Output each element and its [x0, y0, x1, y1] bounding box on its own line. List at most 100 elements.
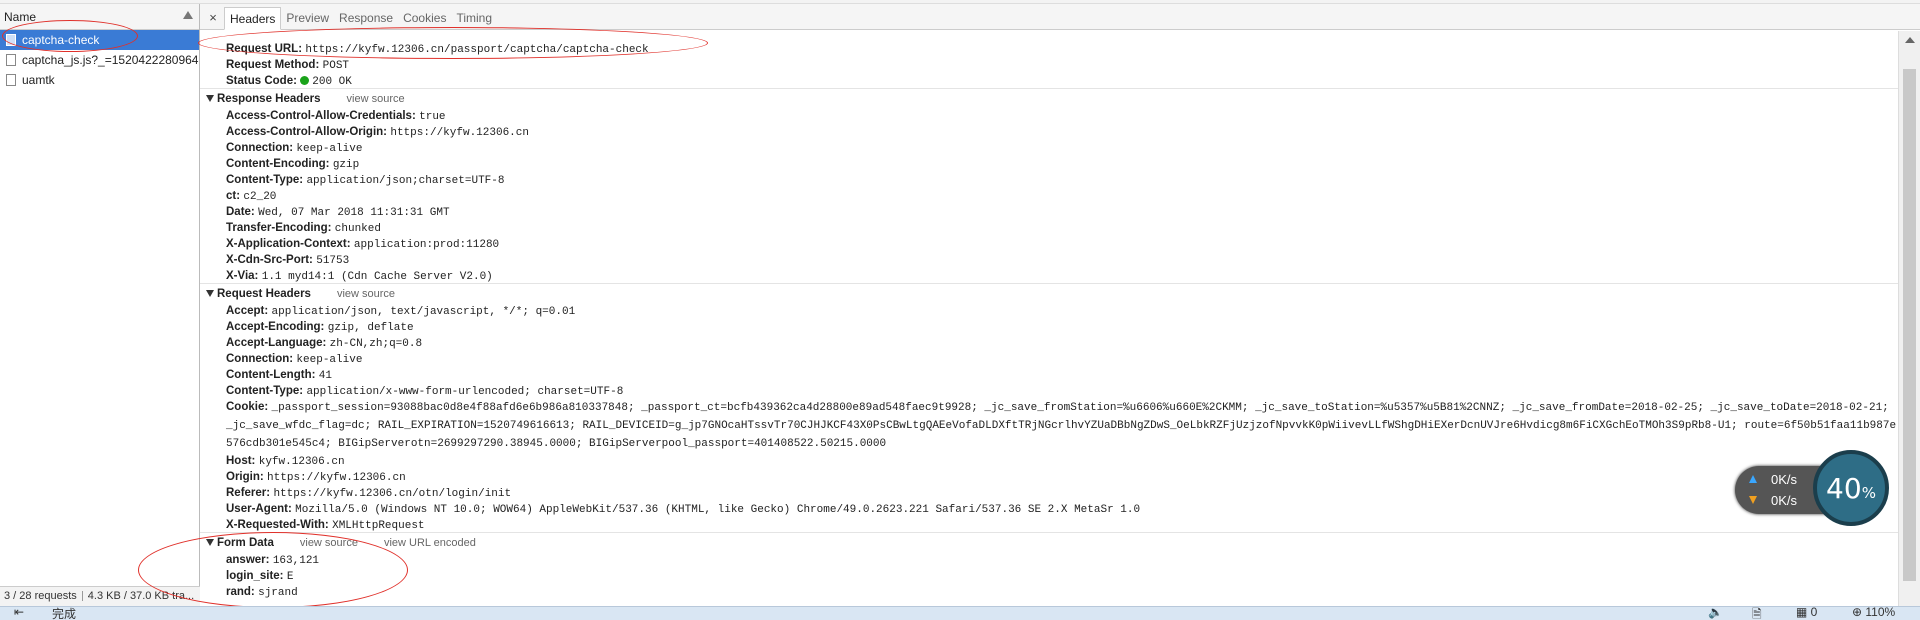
- response-header-key: X-Via:: [226, 270, 259, 282]
- request-url-row: Request URL: https://kyfw.12306.cn/passp…: [200, 40, 1898, 56]
- response-header-value: true: [419, 111, 446, 123]
- response-header-row: X-Via: 1.1 myd14:1 (Cdn Cache Server V2.…: [200, 267, 1898, 283]
- counter-value: 0: [1810, 606, 1818, 619]
- request-header-key: Host:: [226, 455, 256, 467]
- form-field-value: 163,121: [272, 555, 320, 567]
- form-field-key: answer:: [226, 554, 270, 566]
- request-header-value: XMLHttpRequest: [332, 520, 425, 532]
- request-row[interactable]: captcha_js.js?_=1520422280964: [0, 50, 199, 70]
- request-method-key: Request Method:: [226, 59, 320, 71]
- download-arrow-icon: [1749, 496, 1757, 504]
- request-header-value: gzip, deflate: [327, 322, 414, 334]
- response-header-key: X-Cdn-Src-Port:: [226, 254, 313, 266]
- request-header-row: Accept: application/json, text/javascrip…: [200, 302, 1898, 318]
- tab-response[interactable]: Response: [334, 6, 398, 29]
- file-icon: [6, 74, 16, 86]
- status-text: 完成: [52, 607, 77, 620]
- response-header-value: Wed, 07 Mar 2018 11:31:31 GMT: [258, 207, 450, 219]
- request-header-row: Content-Type: application/x-www-form-url…: [200, 382, 1898, 398]
- request-header-row: Referer: https://kyfw.12306.cn/otn/login…: [200, 484, 1898, 500]
- request-method-value: POST: [322, 60, 350, 72]
- request-row[interactable]: uamtk: [0, 70, 199, 90]
- response-header-key: Date:: [226, 206, 255, 218]
- briefcase-icon[interactable]: 🗎: [1752, 607, 1762, 620]
- tab-cookies[interactable]: Cookies: [398, 6, 451, 29]
- request-header-value: keep-alive: [296, 354, 363, 366]
- sidebar-toggle-icon[interactable]: ⇤: [14, 607, 24, 619]
- tab-timing[interactable]: Timing: [451, 6, 497, 29]
- zoom-control[interactable]: ⊕ 110%: [1852, 607, 1895, 619]
- response-header-key: Transfer-Encoding:: [226, 222, 332, 234]
- request-header-row: Origin: https://kyfw.12306.cn: [200, 468, 1898, 484]
- request-header-value: _passport_session=93088bac0d8e4f88afd6e6…: [226, 402, 1897, 450]
- response-header-row: Access-Control-Allow-Origin: https://kyf…: [200, 123, 1898, 139]
- request-header-key: Content-Length:: [226, 369, 316, 381]
- request-header-key: Origin:: [226, 471, 264, 483]
- response-header-value: application:prod:11280: [353, 239, 500, 251]
- speaker-icon[interactable]: 🔈: [1708, 607, 1723, 619]
- response-header-key: Access-Control-Allow-Credentials:: [226, 110, 416, 122]
- close-icon[interactable]: ×: [204, 5, 222, 29]
- request-row[interactable]: captcha-check: [0, 30, 199, 50]
- status-code-value: 200 OK: [312, 76, 352, 88]
- response-view-source-link[interactable]: view source: [347, 93, 405, 105]
- request-header-key: Connection:: [226, 353, 294, 365]
- request-header-row: X-Requested-With: XMLHttpRequest: [200, 516, 1898, 532]
- expand-triangle-icon: [206, 539, 214, 547]
- response-header-key: Access-Control-Allow-Origin:: [226, 126, 388, 138]
- request-header-key: X-Requested-With:: [226, 519, 329, 531]
- general-section: Request URL: https://kyfw.12306.cn/passp…: [200, 31, 1898, 88]
- request-headers-toggle[interactable]: Request Headers view source: [200, 285, 1898, 302]
- response-header-value: https://kyfw.12306.cn: [390, 127, 529, 139]
- request-header-row: Connection: keep-alive: [200, 350, 1898, 366]
- form-data-toggle[interactable]: Form Data view source view URL encoded: [200, 534, 1898, 551]
- request-header-key: Accept:: [226, 305, 269, 317]
- response-headers-toggle[interactable]: Response Headers view source: [200, 90, 1898, 107]
- usage-percent-value: 40: [1826, 471, 1862, 505]
- network-speed-widget[interactable]: 0K/s 0K/s 40%: [1735, 450, 1889, 528]
- response-header-row: Content-Type: application/json;charset=U…: [200, 171, 1898, 187]
- details-tabs: × Headers Preview Response Cookies Timing: [200, 4, 1920, 30]
- request-header-value: https://kyfw.12306.cn: [267, 472, 406, 484]
- status-separator: [81, 591, 83, 602]
- status-dot-icon: [300, 76, 310, 85]
- status-code-key: Status Code:: [226, 75, 297, 87]
- request-header-key: Cookie:: [226, 401, 269, 413]
- response-header-value: 1.1 myd14:1 (Cdn Cache Server V2.0): [261, 271, 493, 283]
- request-headers-title: Request Headers: [217, 288, 311, 300]
- counter-icon[interactable]: ▦ 0: [1796, 606, 1818, 619]
- upload-speed: 0K/s: [1771, 472, 1798, 487]
- tab-headers[interactable]: Headers: [224, 7, 282, 30]
- name-column-header[interactable]: Name: [0, 4, 199, 30]
- name-column-label: Name: [4, 9, 37, 24]
- request-header-key: Accept-Language:: [226, 337, 327, 349]
- expand-triangle-icon: [206, 290, 214, 298]
- response-header-row: Transfer-Encoding: chunked: [200, 219, 1898, 235]
- response-header-row: ct: c2_20: [200, 187, 1898, 203]
- response-header-row: Connection: keep-alive: [200, 139, 1898, 155]
- view-url-encoded-link[interactable]: view URL encoded: [384, 537, 476, 549]
- request-header-key: Content-Type:: [226, 385, 304, 397]
- form-field-row: login_site: E: [200, 567, 1898, 583]
- request-header-row: Accept-Language: zh-CN,zh;q=0.8: [200, 334, 1898, 350]
- scrollbar-thumb[interactable]: [1903, 69, 1916, 581]
- download-speed-row: 0K/s: [1749, 493, 1797, 508]
- response-header-row: Access-Control-Allow-Credentials: true: [200, 107, 1898, 123]
- percent-sign: %: [1861, 483, 1876, 502]
- form-view-source-link[interactable]: view source: [300, 537, 358, 549]
- request-header-key: Accept-Encoding:: [226, 321, 325, 333]
- expand-triangle-icon: [206, 95, 214, 103]
- response-header-key: Content-Type:: [226, 174, 304, 186]
- form-field-value: E: [286, 571, 294, 583]
- scroll-up-icon[interactable]: [1905, 37, 1915, 43]
- request-list-pane: Name captcha-check captcha_js.js?_=152042…: [0, 4, 200, 586]
- request-header-value: application/x-www-form-urlencoded; chars…: [306, 386, 624, 398]
- upload-speed-row: 0K/s: [1749, 472, 1797, 487]
- request-view-source-link[interactable]: view source: [337, 288, 395, 300]
- response-header-value: chunked: [334, 223, 381, 235]
- vertical-scrollbar[interactable]: [1898, 31, 1920, 606]
- response-header-row: Date: Wed, 07 Mar 2018 11:31:31 GMT: [200, 203, 1898, 219]
- request-count: 3 / 28 requests: [4, 590, 77, 602]
- response-header-row: X-Cdn-Src-Port: 51753: [200, 251, 1898, 267]
- tab-preview[interactable]: Preview: [281, 6, 334, 29]
